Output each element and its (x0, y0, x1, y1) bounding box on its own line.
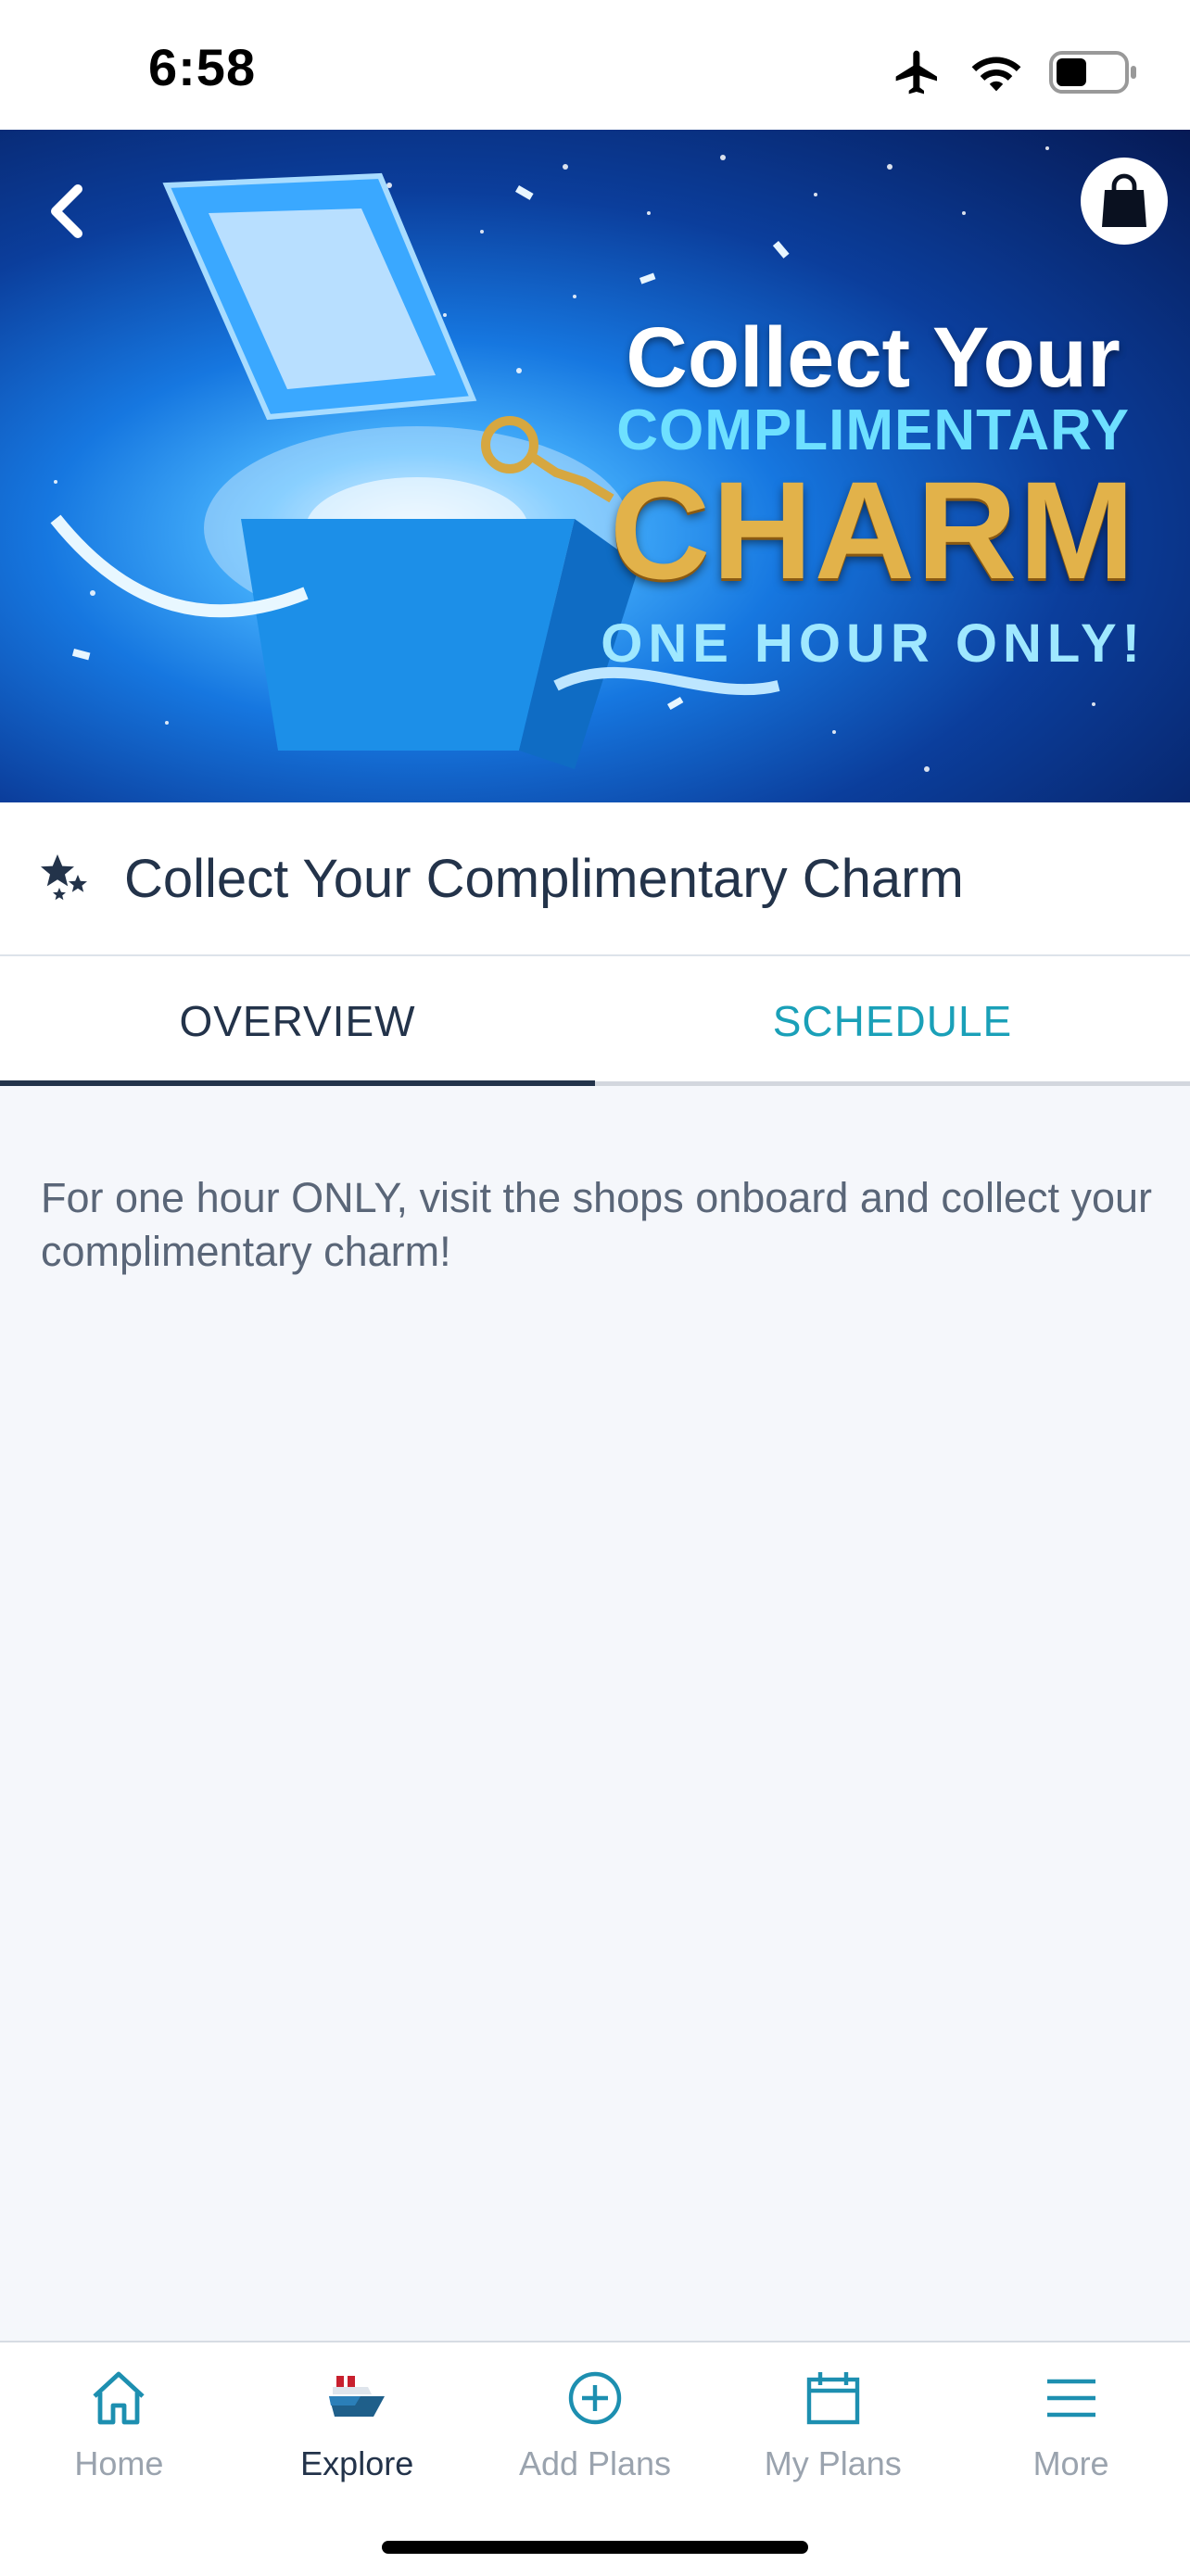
page-title: Collect Your Complimentary Charm (124, 848, 964, 909)
hero-line1: Collect Your (626, 310, 1120, 405)
bottom-nav: Home Explore Add Plans My Plans More (0, 2341, 1190, 2576)
tab-schedule[interactable]: SCHEDULE (595, 956, 1190, 1086)
overview-content: For one hour ONLY, visit the shops onboa… (0, 1086, 1190, 2341)
shopping-bag-button[interactable] (1081, 158, 1168, 245)
back-button[interactable] (41, 174, 93, 248)
nav-more[interactable]: More (952, 2342, 1190, 2500)
home-indicator (382, 2541, 808, 2554)
nav-explore-label: Explore (300, 2444, 414, 2482)
nav-home-label: Home (74, 2444, 164, 2482)
chevron-left-icon (51, 184, 82, 238)
shopping-bag-icon (1102, 173, 1146, 227)
tab-bar: OVERVIEW SCHEDULE (0, 956, 1190, 1086)
hero-line3: CHARM (609, 452, 1137, 609)
ship-icon (329, 2376, 386, 2417)
battery-icon (1049, 51, 1136, 94)
status-time: 6:58 (148, 38, 257, 96)
tab-overview[interactable]: OVERVIEW (0, 956, 595, 1086)
nav-add-plans[interactable]: Add Plans (476, 2342, 715, 2500)
nav-more-label: More (1032, 2444, 1109, 2482)
hero-banner: Collect Your COMPLIMENTARY CHARM ONE HOU… (0, 130, 1190, 802)
hero-headline: Collect Your COMPLIMENTARY CHARM ONE HOU… (601, 315, 1146, 675)
nav-explore[interactable]: Explore (238, 2342, 476, 2500)
stars-icon (41, 854, 87, 901)
status-icons (892, 46, 1138, 98)
status-bar: 6:58 (0, 0, 1190, 130)
wifi-icon (971, 57, 1021, 92)
nav-my-plans-label: My Plans (764, 2444, 902, 2482)
event-description: For one hour ONLY, visit the shops onboa… (41, 1174, 1153, 1275)
menu-icon (1046, 2379, 1095, 2418)
plus-circle-icon (568, 2371, 622, 2425)
nav-add-plans-label: Add Plans (518, 2444, 672, 2482)
title-row: Collect Your Complimentary Charm (0, 802, 1190, 956)
home-icon (93, 2371, 146, 2425)
calendar-icon (806, 2372, 859, 2425)
airplane-icon (895, 50, 937, 95)
nav-home[interactable]: Home (0, 2342, 238, 2500)
hero-line4: ONE HOUR ONLY! (601, 613, 1146, 675)
nav-my-plans[interactable]: My Plans (714, 2342, 952, 2500)
